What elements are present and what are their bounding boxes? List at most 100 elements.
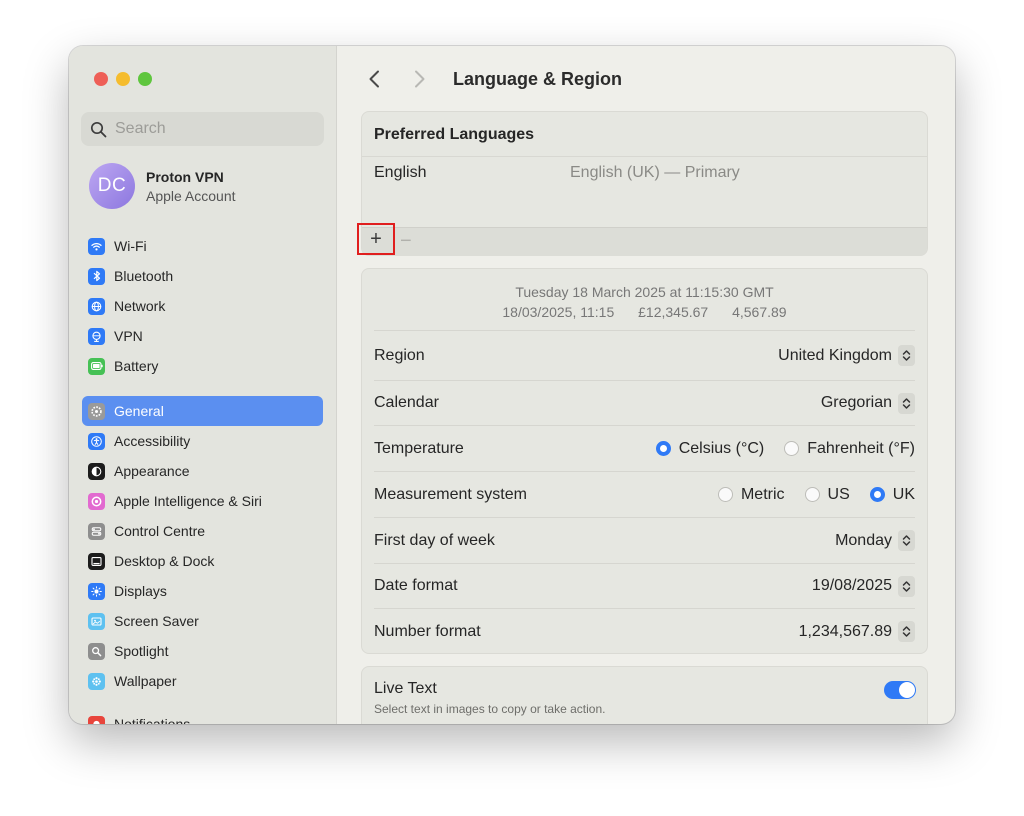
language-list-toolbar: + − [357,223,927,256]
apple-account[interactable]: DC Proton VPN Apple Account [89,163,236,209]
temperature-row: Temperature Celsius (°C) Fahrenheit (°F) [374,425,915,471]
uk-radio[interactable]: UK [869,485,915,504]
format-preview: Tuesday 18 March 2025 at 11:15:30 GMT 18… [362,269,927,322]
sidebar-item-battery[interactable]: Battery [82,351,323,381]
celsius-label: Celsius (°C) [678,439,765,457]
metric-radio[interactable]: Metric [717,485,785,504]
screen-saver-icon [88,612,105,630]
region-label: Region [374,346,425,364]
first-day-row: First day of week Monday [374,517,915,563]
language-name: English [374,164,427,181]
measurement-label: Measurement system [374,485,527,503]
live-text-panel: Live Text Select text in images to copy … [361,666,928,724]
sidebar-item-control-centre[interactable]: Control Centre [82,516,323,546]
sidebar-item-apple-intelligence-and-siri[interactable]: Apple Intelligence & Siri [82,486,323,516]
sidebar-item-label: Displays [114,583,167,599]
preview-currency: £12,345.67 [638,304,709,320]
first-day-value: Monday [835,531,892,549]
sidebar-item-accessibility[interactable]: Accessibility [82,426,323,456]
sidebar-item-general[interactable]: General [82,396,323,426]
sidebar-item-notifications[interactable]: Notifications [82,709,323,724]
radio-unselected-indicator [717,487,733,502]
sidebar-item-label: Spotlight [114,643,169,659]
sidebar-item-network[interactable]: Network [82,291,323,321]
sidebar-item-bluetooth[interactable]: Bluetooth [82,261,323,291]
measurement-row: Measurement system Metric US UK [374,471,915,517]
sidebar-item-screen-saver[interactable]: Screen Saver [82,606,323,636]
sidebar-item-label: Notifications [114,716,191,724]
live-text-toggle[interactable] [884,681,916,699]
minimize-window-button[interactable] [116,72,130,86]
zoom-window-button[interactable] [138,72,152,86]
updown-chevron-icon [898,345,915,366]
number-format-label: Number format [374,622,481,640]
calendar-popup[interactable]: Gregorian [820,392,915,414]
settings-window: DC Proton VPN Apple Account Wi-Fi Bluetoo… [69,46,955,724]
number-format-popup[interactable]: 1,234,567.89 [799,621,915,642]
date-format-label: Date format [374,577,458,594]
avatar: DC [89,163,135,209]
sidebar-item-label: Wi-Fi [114,238,147,254]
sidebar-system-group: General Accessibility Appearance Apple Inte… [82,396,323,696]
updown-chevron-icon [898,621,915,642]
preferred-languages-panel: Preferred Languages English English (UK)… [357,111,928,256]
sidebar: DC Proton VPN Apple Account Wi-Fi Bluetoo… [69,46,337,724]
sidebar-item-displays[interactable]: Displays [82,576,323,606]
preview-date-line: Tuesday 18 March 2025 at 11:15:30 GMT [515,284,774,300]
sidebar-item-vpn[interactable]: VPN [82,321,323,351]
language-detail: English (UK) — Primary [570,164,740,181]
gear-icon [88,402,105,420]
account-subtitle: Apple Account [146,187,236,204]
number-format-row: Number format 1,234,567.89 [374,608,915,654]
radio-selected-indicator [869,487,885,502]
control-centre-icon [88,522,105,540]
sidebar-item-spotlight[interactable]: Spotlight [82,636,323,666]
toggle-knob [899,682,915,698]
sun-icon [88,582,105,600]
dock-icon [88,552,105,570]
region-value: United Kingdom [778,346,892,364]
calendar-row: Calendar Gregorian [374,380,915,425]
sidebar-item-label: Accessibility [114,433,191,449]
search-box[interactable] [81,112,324,146]
first-day-popup[interactable]: Monday [835,530,915,551]
sidebar-item-wallpaper[interactable]: Wallpaper [82,666,323,696]
date-format-popup[interactable]: 19/08/2025 [811,575,915,597]
calendar-value: Gregorian [820,394,892,411]
language-row[interactable]: English English (UK) — Primary [362,157,927,191]
metric-label: Metric [740,485,785,503]
date-format-value: 19/08/2025 [811,577,892,594]
temperature-label: Temperature [374,439,464,457]
sidebar-item-wi-fi[interactable]: Wi-Fi [82,231,323,261]
magnifier-icon [88,642,105,660]
region-popup[interactable]: United Kingdom [778,345,915,366]
wifi-icon [88,237,105,255]
forward-button[interactable] [407,66,433,92]
close-window-button[interactable] [94,72,108,86]
radio-unselected-indicator [784,441,800,456]
sidebar-network-group: Wi-Fi Bluetooth Network VPN Battery [82,231,323,381]
updown-chevron-icon [898,530,915,551]
sidebar-item-appearance[interactable]: Appearance [82,456,323,486]
title-bar: Language & Region [361,66,622,92]
us-radio[interactable]: US [804,486,850,504]
chevron-right-icon [415,70,425,88]
live-text-title: Live Text [374,680,437,697]
date-format-row: Date format 19/08/2025 [374,563,915,608]
bell-icon [88,715,105,724]
sidebar-item-label: Bluetooth [114,268,174,284]
sidebar-item-label: Battery [114,358,159,374]
radio-unselected-indicator [804,487,820,502]
celsius-radio[interactable]: Celsius (°C) [655,439,765,458]
region-row: Region United Kingdom [374,330,915,380]
fahrenheit-radio[interactable]: Fahrenheit (°F) [784,440,915,458]
add-language-button[interactable]: + [357,223,395,255]
back-button[interactable] [361,66,387,92]
sidebar-item-label: Screen Saver [114,613,199,629]
search-icon [90,121,107,137]
sidebar-item-desktop-and-dock[interactable]: Desktop & Dock [82,546,323,576]
remove-language-button[interactable]: − [400,230,412,253]
sidebar-item-label: Apple Intelligence & Siri [114,493,262,509]
search-input[interactable] [113,119,307,139]
uk-label: UK [892,485,915,503]
